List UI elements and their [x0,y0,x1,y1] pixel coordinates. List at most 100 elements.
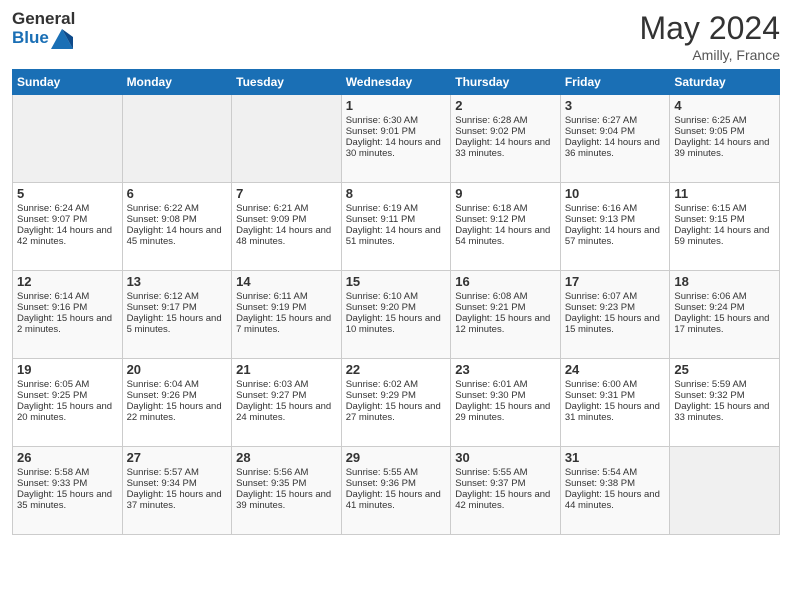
sunrise: Sunrise: 6:01 AM [455,379,556,390]
sunrise: Sunrise: 5:54 AM [565,467,666,478]
page-container: General Blue May 2024 Amilly, France Sun… [0,0,792,545]
weekday-header: Sunday [13,70,123,95]
sunset: Sunset: 9:23 PM [565,302,666,313]
daylight: Daylight: 15 hours and 31 minutes. [565,401,666,423]
logo-general: General [12,10,75,29]
sunset: Sunset: 9:07 PM [17,214,118,225]
sunset: Sunset: 9:31 PM [565,390,666,401]
sunrise: Sunrise: 6:05 AM [17,379,118,390]
calendar-cell: 29Sunrise: 5:55 AMSunset: 9:36 PMDayligh… [341,447,451,535]
daylight: Daylight: 15 hours and 5 minutes. [127,313,228,335]
sunset: Sunset: 9:37 PM [455,478,556,489]
header-row: SundayMondayTuesdayWednesdayThursdayFrid… [13,70,780,95]
day-number: 20 [127,362,228,377]
location: Amilly, France [639,47,780,63]
sunrise: Sunrise: 6:16 AM [565,203,666,214]
calendar-cell: 19Sunrise: 6:05 AMSunset: 9:25 PMDayligh… [13,359,123,447]
day-number: 25 [674,362,775,377]
calendar-cell: 20Sunrise: 6:04 AMSunset: 9:26 PMDayligh… [122,359,232,447]
calendar-cell: 18Sunrise: 6:06 AMSunset: 9:24 PMDayligh… [670,271,780,359]
calendar-cell: 23Sunrise: 6:01 AMSunset: 9:30 PMDayligh… [451,359,561,447]
calendar-week-row: 5Sunrise: 6:24 AMSunset: 9:07 PMDaylight… [13,183,780,271]
daylight: Daylight: 15 hours and 39 minutes. [236,489,337,511]
sunrise: Sunrise: 6:27 AM [565,115,666,126]
daylight: Daylight: 15 hours and 15 minutes. [565,313,666,335]
calendar-cell: 26Sunrise: 5:58 AMSunset: 9:33 PMDayligh… [13,447,123,535]
day-number: 29 [346,450,447,465]
calendar-cell: 3Sunrise: 6:27 AMSunset: 9:04 PMDaylight… [560,95,670,183]
daylight: Daylight: 15 hours and 27 minutes. [346,401,447,423]
day-number: 16 [455,274,556,289]
weekday-header: Tuesday [232,70,342,95]
calendar-cell: 24 Sunrise: 6:00 AMSunset: 9:31 PMDayligh… [560,359,670,447]
day-number: 7 [236,186,337,201]
sunrise: Sunrise: 6:21 AM [236,203,337,214]
calendar-week-row: 19 Sunrise: 6:05 AMSunset: 9:25 PM Dayligh… [13,359,780,447]
calendar-cell: 28Sunrise: 5:56 AMSunset: 9:35 PMDayligh… [232,447,342,535]
calendar-cell: 8Sunrise: 6:19 AMSunset: 9:11 PMDaylight… [341,183,451,271]
calendar-cell: 21Sunrise: 6:03 AMSunset: 9:27 PMDayligh… [232,359,342,447]
logo: General Blue [12,10,75,49]
calendar-cell: 22Sunrise: 6:02 AMSunset: 9:29 PMDayligh… [341,359,451,447]
sunset: Sunset: 9:08 PM [127,214,228,225]
calendar-week-row: 12Sunrise: 6:14 AMSunset: 9:16 PMDayligh… [13,271,780,359]
sunrise: Sunrise: 6:07 AM [565,291,666,302]
calendar-cell: 11Sunrise: 6:15 AMSunset: 9:15 PMDayligh… [670,183,780,271]
day-number: 24 [565,362,666,377]
daylight: Daylight: 15 hours and 2 minutes. [17,313,118,335]
sunset: Sunset: 9:27 PM [236,390,337,401]
calendar-cell: 5Sunrise: 6:24 AMSunset: 9:07 PMDaylight… [13,183,123,271]
header: General Blue May 2024 Amilly, France [12,10,780,63]
sunrise: Sunrise: 5:57 AM [127,467,228,478]
calendar-cell: 12Sunrise: 6:14 AMSunset: 9:16 PMDayligh… [13,271,123,359]
title-block: May 2024 Amilly, France [639,10,780,63]
day-number: 8 [346,186,447,201]
daylight: Daylight: 14 hours and 42 minutes. [17,225,118,247]
day-number: 30 [455,450,556,465]
weekday-header: Friday [560,70,670,95]
day-number: 17 [565,274,666,289]
daylight: Daylight: 15 hours and 12 minutes. [455,313,556,335]
calendar-cell: 1Sunrise: 6:30 AMSunset: 9:01 PMDaylight… [341,95,451,183]
sunrise: Sunrise: 6:02 AM [346,379,447,390]
day-number: 23 [455,362,556,377]
sunrise: Sunrise: 6:12 AM [127,291,228,302]
calendar-cell: 10Sunrise: 6:16 AMSunset: 9:13 PMDayligh… [560,183,670,271]
daylight: Daylight: 14 hours and 59 minutes. [674,225,775,247]
calendar-cell: 17 Sunrise: 6:07 AMSunset: 9:23 PMDayligh… [560,271,670,359]
sunrise: Sunrise: 5:56 AM [236,467,337,478]
sunset: Sunset: 9:05 PM [674,126,775,137]
daylight: Daylight: 15 hours and 17 minutes. [674,313,775,335]
day-number: 9 [455,186,556,201]
weekday-header: Monday [122,70,232,95]
sunset: Sunset: 9:21 PM [455,302,556,313]
sunset: Sunset: 9:16 PM [17,302,118,313]
daylight: Daylight: 15 hours and 35 minutes. [17,489,118,511]
day-number: 3 [565,98,666,113]
sunset: Sunset: 9:19 PM [236,302,337,313]
sunset: Sunset: 9:25 PM [17,390,118,401]
sunset: Sunset: 9:34 PM [127,478,228,489]
weekday-header: Saturday [670,70,780,95]
calendar-cell: 6Sunrise: 6:22 AMSunset: 9:08 PMDaylight… [122,183,232,271]
sunrise: Sunrise: 6:00 AM [565,379,666,390]
sunset: Sunset: 9:04 PM [565,126,666,137]
sunrise: Sunrise: 6:18 AM [455,203,556,214]
sunset: Sunset: 9:13 PM [565,214,666,225]
sunrise: Sunrise: 6:15 AM [674,203,775,214]
sunset: Sunset: 9:30 PM [455,390,556,401]
day-number: 12 [17,274,118,289]
day-number: 19 [17,362,118,377]
sunset: Sunset: 9:26 PM [127,390,228,401]
calendar-cell: 25Sunrise: 5:59 AMSunset: 9:32 PMDayligh… [670,359,780,447]
day-number: 18 [674,274,775,289]
sunrise: Sunrise: 6:04 AM [127,379,228,390]
sunset: Sunset: 9:02 PM [455,126,556,137]
day-number: 4 [674,98,775,113]
calendar-cell: 16Sunrise: 6:08 AMSunset: 9:21 PMDayligh… [451,271,561,359]
sunrise: Sunrise: 6:28 AM [455,115,556,126]
daylight: Daylight: 15 hours and 44 minutes. [565,489,666,511]
weekday-header: Wednesday [341,70,451,95]
daylight: Daylight: 15 hours and 7 minutes. [236,313,337,335]
sunset: Sunset: 9:17 PM [127,302,228,313]
